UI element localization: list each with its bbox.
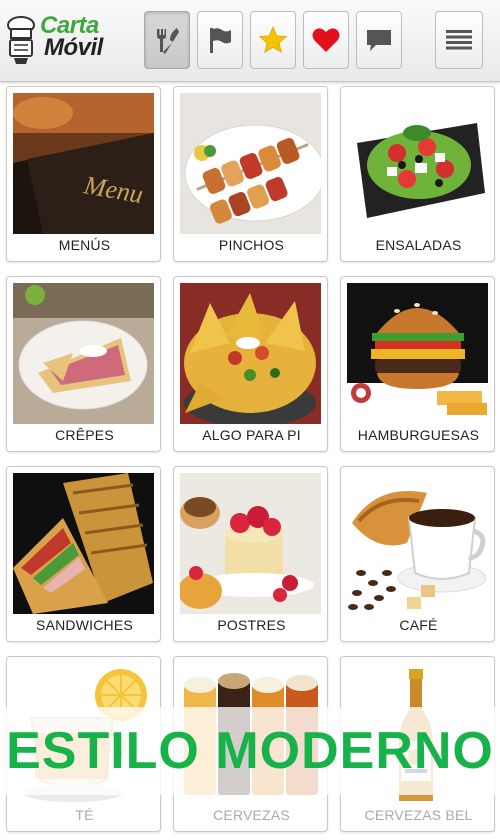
chat-bubble-icon xyxy=(367,30,391,51)
food-menu-button[interactable] xyxy=(144,11,190,69)
flag-button[interactable] xyxy=(197,11,243,69)
heart-icon xyxy=(312,28,340,52)
category-label: PINCHOS xyxy=(218,237,285,253)
category-card-ensaladas[interactable]: ENSALADAS xyxy=(340,86,495,262)
sandwiches-photo xyxy=(13,473,154,614)
favorites-star-button[interactable] xyxy=(250,11,296,69)
category-card-crepes[interactable]: CRÊPES xyxy=(6,276,161,452)
algo-para-picar-photo xyxy=(180,283,321,424)
chef-logo-icon xyxy=(7,16,35,64)
category-card-sandwiches[interactable]: SANDWICHES xyxy=(6,466,161,642)
category-card-algo-para-picar[interactable]: ALGO PARA PI xyxy=(173,276,328,452)
category-card-pinchos[interactable]: PINCHOS xyxy=(173,86,328,262)
ensaladas-photo xyxy=(347,93,488,234)
heart-button[interactable] xyxy=(303,11,349,69)
category-label: ENSALADAS xyxy=(375,237,462,253)
banner-text: ESTILO MODERNO xyxy=(6,722,494,780)
hamburguesas-photo xyxy=(347,283,488,424)
fork-knife-icon xyxy=(157,28,179,54)
category-label: POSTRES xyxy=(217,617,286,633)
promo-banner: ESTILO MODERNO xyxy=(0,707,500,795)
category-label: ALGO PARA PI xyxy=(202,427,301,443)
menus-photo: Menu xyxy=(13,93,154,234)
category-label: MENÚS xyxy=(58,237,111,253)
category-label: CERVEZAS xyxy=(213,807,290,823)
cafe-photo xyxy=(347,473,488,614)
category-label: SANDWICHES xyxy=(36,617,133,633)
star-icon xyxy=(258,25,288,54)
category-label: CRÊPES xyxy=(55,427,114,443)
pinchos-photo xyxy=(180,93,321,234)
category-card-menus[interactable]: Menu MENÚS xyxy=(6,86,161,262)
main-menu-button[interactable] xyxy=(435,11,483,69)
chat-button[interactable] xyxy=(356,11,402,69)
app-logo[interactable]: Carta Móvil xyxy=(4,10,104,68)
category-label: CERVEZAS BEL xyxy=(364,807,473,823)
category-card-postres[interactable]: POSTRES xyxy=(173,466,328,642)
category-card-hamburguesas[interactable]: HAMBURGUESAS xyxy=(340,276,495,452)
category-label: TÉ xyxy=(75,807,94,823)
logo-text-movil: Móvil xyxy=(44,34,103,61)
category-label: CAFÉ xyxy=(399,617,438,633)
category-label: HAMBURGUESAS xyxy=(357,427,480,443)
top-bar: Carta Móvil xyxy=(0,0,500,82)
crepes-photo xyxy=(13,283,154,424)
hamburger-menu-icon xyxy=(446,30,472,50)
category-card-cafe[interactable]: CAFÉ xyxy=(340,466,495,642)
postres-photo xyxy=(180,473,321,614)
flag-icon xyxy=(210,28,231,53)
